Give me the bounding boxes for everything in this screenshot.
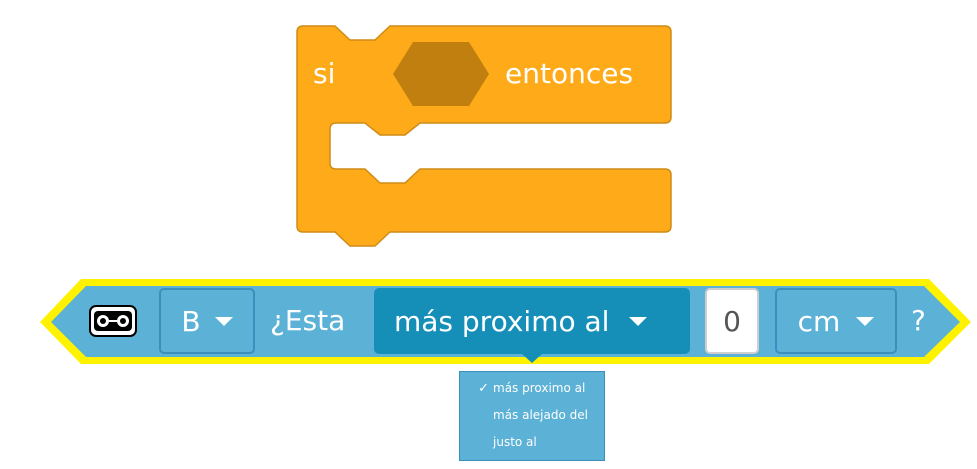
menu-item-label: justo al	[493, 435, 537, 449]
comparison-dropdown[interactable]: más proximo al	[374, 288, 690, 354]
distance-input[interactable]: 0	[705, 288, 759, 354]
comparison-value: más proximo al	[394, 304, 610, 338]
question-prefix: ¿Esta	[270, 304, 346, 337]
port-value: B	[181, 304, 201, 338]
comparison-dropdown-menu: ✓ más proximo al más alejado del justo a…	[459, 371, 605, 461]
chevron-down-icon	[856, 316, 875, 326]
dropdown-pointer	[522, 354, 542, 363]
chevron-down-icon	[629, 316, 648, 326]
unit-dropdown[interactable]: cm	[775, 288, 897, 354]
menu-item-label: más alejado del	[493, 408, 588, 422]
ultrasonic-sensor-icon	[89, 305, 137, 337]
menu-item-exactly[interactable]: justo al	[460, 429, 604, 455]
menu-item-closer[interactable]: ✓ más proximo al	[460, 375, 604, 401]
chevron-down-icon	[214, 316, 233, 326]
menu-item-label: más proximo al	[493, 381, 586, 395]
check-icon: ✓	[478, 380, 489, 396]
port-dropdown[interactable]: B	[159, 288, 255, 354]
question-suffix: ?	[911, 304, 926, 337]
menu-item-farther[interactable]: más alejado del	[460, 402, 604, 428]
distance-value: 0	[723, 304, 741, 338]
unit-value: cm	[797, 304, 841, 338]
